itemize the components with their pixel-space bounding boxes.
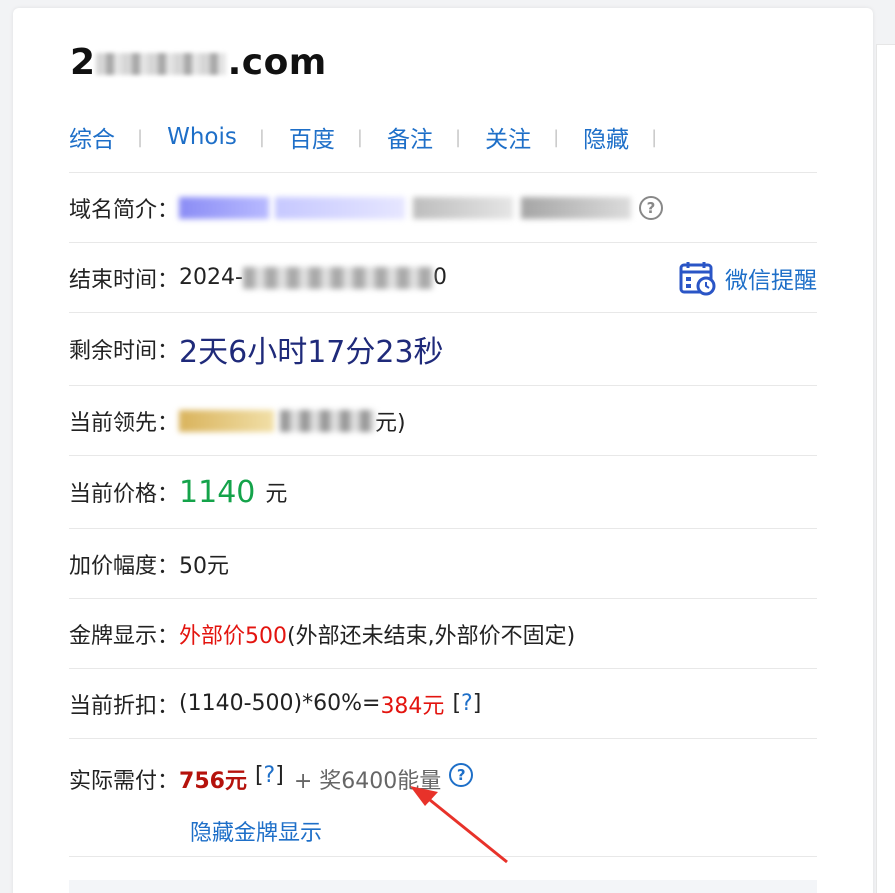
external-price-note: (外部还未结束,外部价不固定) (287, 623, 576, 649)
increment-value: 50元 (179, 553, 230, 579)
help-icon[interactable]: ? (639, 195, 664, 220)
discount-result: 384元 (380, 693, 445, 719)
row-label: 金牌显示： (69, 623, 180, 649)
bottom-panel (69, 880, 817, 893)
redacted-blur (280, 409, 376, 432)
leader-value-end: 元) (375, 410, 406, 436)
row-label: 实际需付： (69, 769, 180, 794)
energy-bonus: + 奖6400能量 (293, 769, 442, 794)
help-bracket: ] (275, 763, 284, 788)
redacted-blur (95, 53, 226, 75)
help-bracket: [ (254, 763, 264, 788)
price-unit: 元 (265, 482, 288, 507)
external-price: 外部价500 (179, 623, 288, 649)
row-label: 加价幅度： (69, 553, 180, 579)
domain-title: 2 .com (70, 42, 327, 83)
detail-rows: 域名简介： ? 结束时间： 2024- 0 微信提醒 剩余时间： 2天6小时17… (69, 172, 817, 857)
tab-separator: | (137, 126, 144, 148)
row-label: 结束时间： (69, 267, 180, 293)
payment-help-link[interactable]: ? (264, 763, 276, 788)
domain-suffix: .com (227, 42, 327, 83)
remaining-time-value: 2天6小时17分23秒 (179, 335, 444, 370)
tab-note[interactable]: 备注 (387, 120, 433, 154)
tab-separator: | (258, 126, 265, 148)
tab-overview[interactable]: 综合 (69, 120, 115, 154)
row-actual-payment: 实际需付： 756元 [?] + 奖6400能量 ? 隐藏金牌显示 (69, 738, 817, 856)
row-end-time: 结束时间： 2024- 0 微信提醒 (69, 242, 817, 312)
actual-payment-value: 756元 (179, 769, 247, 794)
wechat-reminder-label: 微信提醒 (725, 267, 817, 294)
redacted-blur (242, 266, 433, 289)
row-gold-display: 金牌显示： 外部价500 (外部还未结束,外部价不固定) (69, 598, 817, 668)
tab-baidu[interactable]: 百度 (289, 120, 335, 154)
row-label: 当前折扣： (69, 693, 180, 719)
tab-whois[interactable]: Whois (167, 124, 237, 150)
row-label: 当前价格： (69, 482, 180, 507)
row-divider (69, 856, 817, 857)
tab-separator: | (455, 126, 462, 148)
tab-separator: | (651, 126, 658, 148)
redacted-blur (179, 409, 275, 432)
help-bracket: ] (472, 691, 482, 716)
end-time-prefix: 2024- (179, 265, 243, 290)
tab-follow[interactable]: 关注 (485, 120, 531, 154)
row-domain-intro: 域名简介： ? (69, 172, 817, 242)
row-current-price: 当前价格： 1140 元 (69, 455, 817, 528)
row-current-leader: 当前领先： 元) (69, 385, 817, 455)
row-label: 当前领先： (69, 410, 180, 436)
hide-gold-display-link[interactable]: 隐藏金牌显示 (190, 821, 322, 846)
help-bracket: [ (452, 691, 462, 716)
tab-separator: | (356, 126, 363, 148)
redacted-blur (179, 196, 270, 219)
row-increment: 加价幅度： 50元 (69, 528, 817, 598)
redacted-blur (413, 196, 514, 219)
tab-hide[interactable]: 隐藏 (583, 120, 629, 154)
domain-prefix: 2 (70, 42, 96, 83)
row-discount: 当前折扣： (1140-500)*60%= 384元 [?] (69, 668, 817, 738)
end-time-suffix: 0 (432, 265, 447, 290)
help-icon[interactable]: ? (449, 763, 474, 787)
discount-formula: (1140-500)*60%= (179, 691, 381, 716)
side-panel (876, 44, 895, 893)
wechat-reminder-button[interactable]: 微信提醒 (679, 243, 817, 312)
redacted-blur (275, 196, 406, 219)
tab-separator: | (553, 126, 560, 148)
current-price-value: 1140 (179, 474, 256, 510)
calendar-clock-icon (679, 261, 716, 295)
row-label: 剩余时间： (69, 339, 180, 364)
domain-tabs: 综合 | Whois | 百度 | 备注 | 关注 | 隐藏 | (69, 120, 681, 154)
row-label: 域名简介： (69, 197, 180, 223)
discount-help-link[interactable]: ? (461, 691, 473, 716)
row-remaining-time: 剩余时间： 2天6小时17分23秒 (69, 312, 817, 385)
redacted-blur (521, 196, 632, 219)
